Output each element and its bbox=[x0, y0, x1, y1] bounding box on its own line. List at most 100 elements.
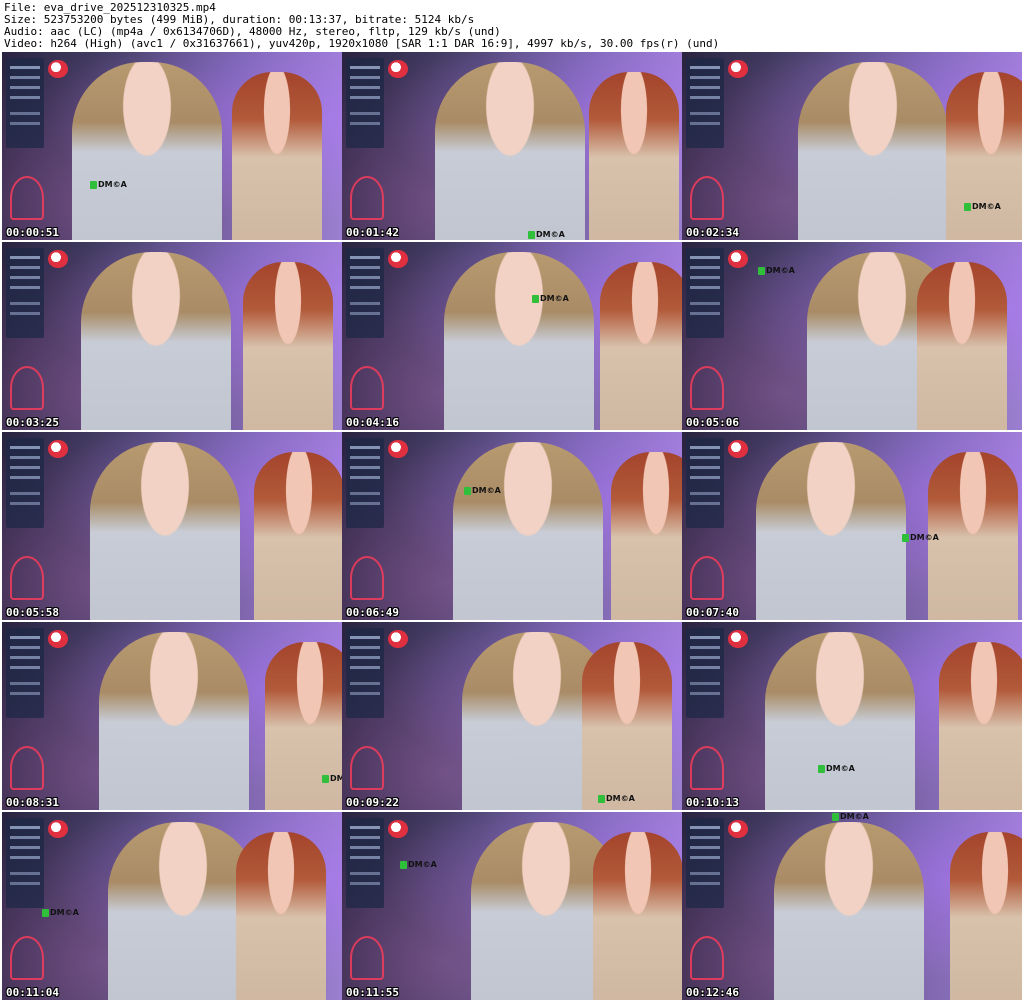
stream-overlay-panel bbox=[6, 248, 44, 338]
person-right bbox=[265, 642, 342, 810]
person-left bbox=[90, 442, 240, 620]
dmca-watermark: DM©A bbox=[832, 812, 869, 821]
neon-sign bbox=[350, 366, 384, 410]
person-right bbox=[611, 452, 682, 620]
person-right bbox=[236, 832, 326, 1000]
neon-sign bbox=[690, 176, 724, 220]
dmca-watermark: DM©A bbox=[42, 908, 79, 917]
watermark-text: DM©A bbox=[50, 908, 79, 917]
person-left bbox=[435, 62, 585, 240]
video-frame-thumbnail: DM©A 00:08:31 bbox=[2, 622, 342, 810]
watermark-text: DM©A bbox=[972, 202, 1001, 211]
person-right bbox=[593, 832, 682, 1000]
person-right bbox=[254, 452, 342, 620]
person-right bbox=[232, 72, 322, 240]
video-frame-thumbnail: DM©A 00:06:49 bbox=[342, 432, 682, 620]
neon-sign bbox=[10, 936, 44, 980]
person-right bbox=[950, 832, 1022, 1000]
neon-sign bbox=[10, 176, 44, 220]
lock-icon bbox=[902, 533, 909, 542]
dmca-watermark: DM©A bbox=[758, 266, 795, 275]
neon-sign bbox=[10, 746, 44, 790]
watermark-text: DM©A bbox=[606, 794, 635, 803]
lock-icon bbox=[322, 774, 329, 783]
lock-icon bbox=[832, 812, 839, 821]
person-left bbox=[756, 442, 906, 620]
stream-overlay-panel bbox=[686, 438, 724, 528]
person-left bbox=[798, 62, 948, 240]
dmca-watermark: DM©A bbox=[464, 486, 501, 495]
person-left bbox=[453, 442, 603, 620]
watermark-text: DM©A bbox=[910, 533, 939, 542]
neon-sign bbox=[690, 746, 724, 790]
watermark-text: DM©A bbox=[472, 486, 501, 495]
lock-icon bbox=[400, 860, 407, 869]
frame-timestamp: 00:07:40 bbox=[686, 606, 739, 619]
dmca-watermark: DM©A bbox=[322, 774, 342, 783]
lock-icon bbox=[464, 486, 471, 495]
stream-overlay-panel bbox=[686, 628, 724, 718]
frame-timestamp: 00:02:34 bbox=[686, 226, 739, 239]
person-right bbox=[917, 262, 1007, 430]
christmas-ornament-icon bbox=[48, 630, 68, 648]
thumbnail-grid: DM©A 00:00:51 DM©A 00:01:42 DM©A 00:02:34 00:0… bbox=[0, 52, 1024, 1003]
frame-timestamp: 00:08:31 bbox=[6, 796, 59, 809]
person-right bbox=[243, 262, 333, 430]
person-left bbox=[444, 252, 594, 430]
christmas-ornament-icon bbox=[48, 250, 68, 268]
christmas-ornament-icon bbox=[728, 250, 748, 268]
stream-overlay-panel bbox=[686, 818, 724, 908]
lock-icon bbox=[528, 230, 535, 239]
dmca-watermark: DM©A bbox=[598, 794, 635, 803]
stream-overlay-panel bbox=[6, 818, 44, 908]
stream-overlay-panel bbox=[346, 628, 384, 718]
neon-sign bbox=[690, 556, 724, 600]
video-frame-thumbnail: DM©A 00:09:22 bbox=[342, 622, 682, 810]
frame-timestamp: 00:12:46 bbox=[686, 986, 739, 999]
video-frame-thumbnail: DM©A 00:12:46 bbox=[682, 812, 1022, 1000]
video-frame-thumbnail: DM©A 00:00:51 bbox=[2, 52, 342, 240]
christmas-ornament-icon bbox=[388, 440, 408, 458]
stream-overlay-panel bbox=[6, 628, 44, 718]
lock-icon bbox=[964, 202, 971, 211]
dmca-watermark: DM©A bbox=[528, 230, 565, 239]
frame-timestamp: 00:00:51 bbox=[6, 226, 59, 239]
stream-overlay-panel bbox=[686, 248, 724, 338]
watermark-text: DM©A bbox=[840, 812, 869, 821]
frame-timestamp: 00:10:13 bbox=[686, 796, 739, 809]
frame-timestamp: 00:11:55 bbox=[346, 986, 399, 999]
lock-icon bbox=[598, 794, 605, 803]
christmas-ornament-icon bbox=[388, 630, 408, 648]
watermark-text: DM©A bbox=[540, 294, 569, 303]
christmas-ornament-icon bbox=[388, 820, 408, 838]
video-frame-thumbnail: DM©A 00:04:16 bbox=[342, 242, 682, 430]
stream-overlay-panel bbox=[346, 438, 384, 528]
frame-timestamp: 00:05:06 bbox=[686, 416, 739, 429]
stream-overlay-panel bbox=[686, 58, 724, 148]
lock-icon bbox=[532, 294, 539, 303]
lock-icon bbox=[758, 266, 765, 275]
video-frame-thumbnail: DM©A 00:10:13 bbox=[682, 622, 1022, 810]
person-right bbox=[939, 642, 1022, 810]
person-right bbox=[600, 262, 682, 430]
video-frame-thumbnail: 00:03:25 bbox=[2, 242, 342, 430]
frame-timestamp: 00:09:22 bbox=[346, 796, 399, 809]
neon-sign bbox=[10, 556, 44, 600]
frame-timestamp: 00:05:58 bbox=[6, 606, 59, 619]
stream-overlay-panel bbox=[346, 818, 384, 908]
dmca-watermark: DM©A bbox=[400, 860, 437, 869]
frame-timestamp: 00:01:42 bbox=[346, 226, 399, 239]
neon-sign bbox=[350, 746, 384, 790]
file-info-header: File: eva_drive_202512310325.mp4 Size: 5… bbox=[0, 0, 1024, 52]
person-left bbox=[774, 822, 924, 1000]
video-frame-thumbnail: DM©A 00:11:04 bbox=[2, 812, 342, 1000]
video-frame-thumbnail: DM©A 00:05:06 bbox=[682, 242, 1022, 430]
christmas-ornament-icon bbox=[48, 820, 68, 838]
neon-sign bbox=[690, 366, 724, 410]
dmca-watermark: DM©A bbox=[964, 202, 1001, 211]
neon-sign bbox=[10, 366, 44, 410]
christmas-ornament-icon bbox=[728, 60, 748, 78]
watermark-text: DM©A bbox=[98, 180, 127, 189]
video-frame-thumbnail: DM©A 00:07:40 bbox=[682, 432, 1022, 620]
christmas-ornament-icon bbox=[388, 60, 408, 78]
